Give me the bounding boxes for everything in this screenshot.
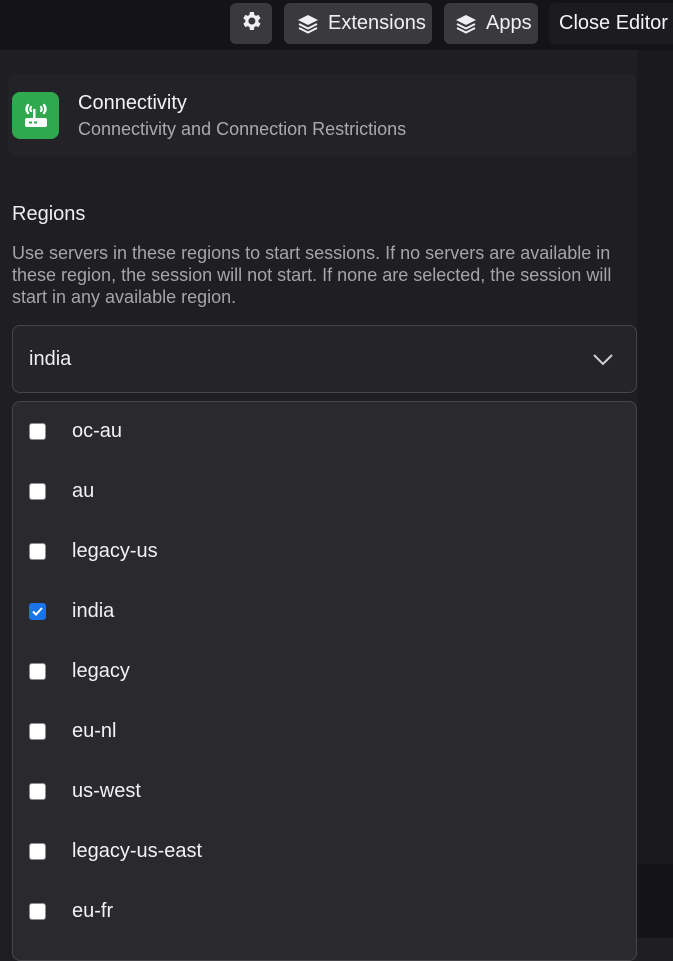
settings-button[interactable] — [230, 3, 272, 44]
region-option[interactable]: us-west — [13, 762, 636, 822]
checkbox[interactable] — [29, 723, 46, 740]
side-panel-edge — [637, 50, 673, 938]
top-toolbar: Extensions Apps Close Editor — [0, 0, 673, 50]
region-option-label: legacy-us-east — [72, 840, 203, 862]
checkbox[interactable] — [29, 903, 46, 920]
checkbox-checked[interactable] — [29, 603, 46, 620]
regions-select[interactable]: india — [12, 325, 637, 393]
layers-icon — [454, 12, 478, 36]
region-option[interactable]: eu-fr — [13, 882, 636, 942]
region-option-label: eu-nl — [72, 720, 117, 742]
extensions-button[interactable]: Extensions — [284, 3, 432, 44]
extension-title: Connectivity — [78, 92, 187, 114]
region-option[interactable]: legacy-us-east — [13, 822, 636, 882]
region-option-label: us-west — [72, 780, 141, 802]
region-option[interactable]: eu-nl — [13, 702, 636, 762]
chevron-down-icon — [592, 348, 614, 375]
region-option-label: legacy-us — [72, 540, 158, 562]
apps-label: Apps — [486, 12, 532, 34]
extension-card — [8, 74, 636, 156]
regions-dropdown-list: oc-au au legacy-us india legacy eu-nl us-west l… — [12, 401, 637, 961]
checkbox[interactable] — [29, 483, 46, 500]
region-option-label: legacy — [72, 660, 130, 682]
region-option[interactable]: au — [13, 462, 636, 522]
region-option[interactable]: legacy-us — [13, 522, 636, 582]
checkmark-icon — [32, 607, 43, 616]
checkbox[interactable] — [29, 423, 46, 440]
regions-select-value: india — [29, 347, 72, 370]
checkbox[interactable] — [29, 843, 46, 860]
router-icon — [12, 92, 59, 139]
extensions-label: Extensions — [328, 12, 426, 34]
close-editor-button[interactable]: Close Editor — [549, 3, 673, 44]
extension-subtitle: Connectivity and Connection Restrictions — [78, 119, 407, 139]
region-option-label: india — [72, 600, 115, 622]
regions-heading: Regions — [12, 203, 86, 225]
region-option[interactable]: oc-au — [13, 402, 636, 462]
checkbox[interactable] — [29, 543, 46, 560]
region-option-label: au — [72, 480, 95, 502]
checkbox[interactable] — [29, 663, 46, 680]
side-panel-footer — [637, 864, 673, 938]
region-option-label: oc-au — [72, 420, 123, 442]
region-option[interactable]: india — [13, 582, 636, 642]
apps-button[interactable]: Apps — [444, 3, 538, 44]
gear-icon — [239, 9, 263, 39]
close-editor-label: Close Editor — [559, 12, 668, 34]
regions-description: Use servers in these regions to start se… — [12, 243, 612, 307]
region-option-label: eu-fr — [72, 900, 114, 922]
checkbox[interactable] — [29, 783, 46, 800]
layers-icon — [296, 12, 320, 36]
region-option[interactable]: legacy — [13, 642, 636, 702]
